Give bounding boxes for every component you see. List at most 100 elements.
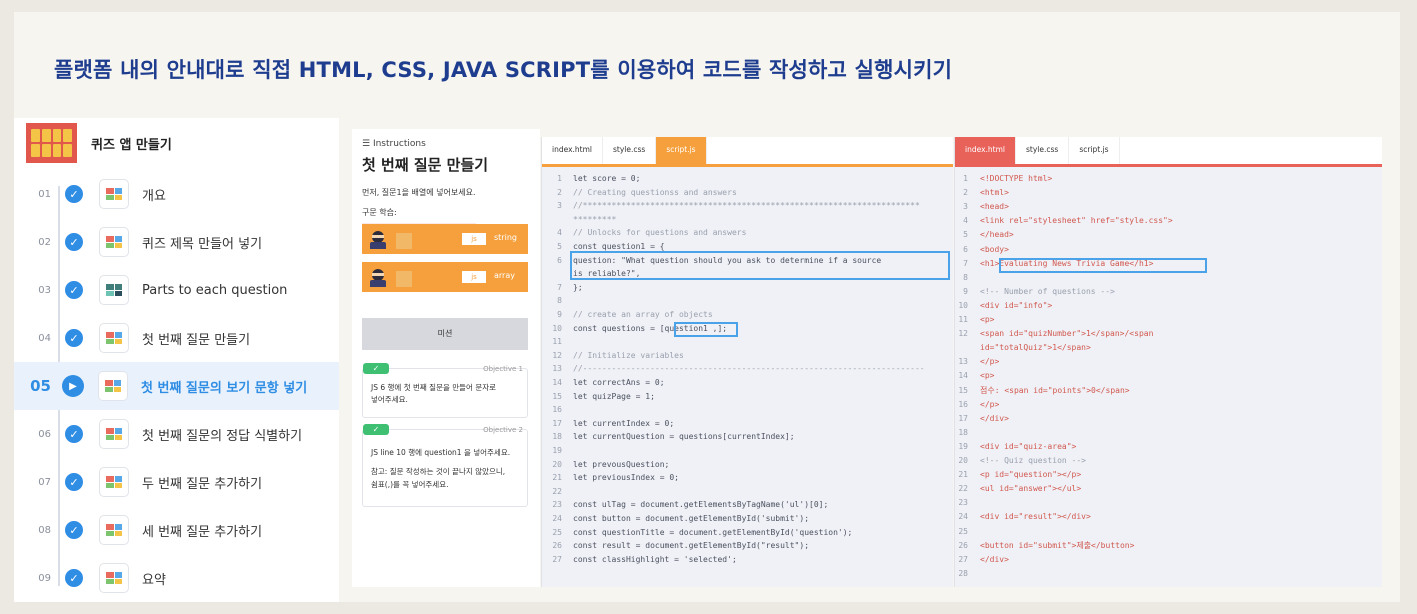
concept-box-icon (396, 271, 412, 287)
course-step-07[interactable]: 07 ✓ 두 번째 질문 추가하기 (14, 458, 339, 506)
code-text: </div> (980, 413, 1009, 423)
check-icon: ✓ (65, 233, 83, 251)
line-number: 6 (557, 255, 562, 265)
objective-label: Objective 2 (483, 426, 523, 434)
highlight-question-string (570, 251, 950, 280)
code-text: 점수: <span id="points">0</span> (980, 385, 1130, 395)
concept-kind-label: array (494, 271, 515, 280)
check-icon: ✓ (65, 473, 83, 491)
line-number: 27 (958, 554, 968, 564)
code-text: let currentQuestion = questions[currentI… (573, 432, 795, 442)
course-step-08[interactable]: 08 ✓ 세 번째 질문 추가하기 (14, 506, 339, 554)
concept-box-icon (396, 233, 412, 249)
code-text: }; (573, 282, 583, 292)
line-number: 2 (557, 187, 562, 197)
js-code-editor[interactable]: index.html style.css script.js 1 let scor… (541, 137, 953, 587)
concept-lang-badge: js (462, 233, 486, 245)
concept-lang-badge: js (462, 271, 486, 283)
line-number: 12 (552, 350, 562, 360)
course-step-01[interactable]: 01 ✓ 개요 (14, 170, 339, 218)
course-sidebar: 퀴즈 앱 만들기 01 ✓ 개요 02 ✓ 퀴즈 제목 만들어 넣기 03 ✓ Parts to… (14, 118, 339, 602)
step-number: 05 (30, 377, 51, 395)
lesson-thumbnail-icon (99, 179, 129, 209)
line-number: 21 (958, 470, 968, 480)
tab-script-js[interactable]: script.js (1069, 137, 1120, 164)
code-text: <p> (980, 315, 995, 324)
instructions-tag: ☰ Instructions (362, 139, 426, 149)
line-number: 23 (958, 498, 968, 508)
line-number: 25 (552, 527, 562, 537)
line-number: 28 (958, 568, 968, 578)
concept-card-array[interactable]: js array (362, 262, 528, 292)
step-number: 04 (38, 332, 51, 344)
objective-text: 참고: 질문 작성하는 것이 끝나지 않았으니, (371, 467, 506, 476)
step-number: 03 (38, 284, 51, 296)
course-step-05[interactable]: 05 ▶ 첫 번째 질문의 보기 문항 넣기 (14, 362, 339, 410)
line-number: 27 (552, 554, 562, 564)
line-number: 22 (552, 486, 562, 496)
step-label: Parts to each question (142, 282, 288, 298)
code-text: <body> (980, 244, 1009, 254)
code-text: <div id="quiz-area"> (980, 441, 1077, 451)
code-text: <!-- Number of questions --> (980, 286, 1115, 296)
check-icon: ✓ (65, 521, 83, 539)
line-number: 25 (958, 526, 968, 536)
check-icon: ✓ (65, 425, 83, 443)
code-text: <button id="submit">제출</button> (980, 540, 1135, 550)
check-icon: ✓ (65, 329, 83, 347)
code-text: let correctAns = 0; (573, 378, 665, 387)
menu-icon: ☰ (362, 139, 373, 149)
line-number: 16 (552, 405, 562, 415)
learn-label: 구문 학습: (362, 208, 397, 217)
course-step-02[interactable]: 02 ✓ 퀴즈 제목 만들어 넣기 (14, 218, 339, 266)
tab-script-js[interactable]: script.js (656, 137, 707, 164)
line-number: 4 (963, 216, 968, 226)
line-number: 26 (958, 540, 968, 550)
mission-button[interactable]: 미션 (362, 318, 528, 350)
course-title: 퀴즈 앱 만들기 (91, 137, 172, 153)
code-text: const button = document.getElementById('… (573, 514, 810, 523)
step-number: 06 (38, 428, 51, 440)
code-text: ********* (573, 214, 617, 224)
tab-index-html[interactable]: index.html (955, 137, 1016, 164)
code-text: <!DOCTYPE html> (980, 174, 1053, 183)
highlight-array-entry (674, 322, 738, 337)
check-icon: ✓ (65, 569, 83, 587)
instructions-panel: ☰ Instructions 첫 번째 질문 만들기 먼저, 질문1을 ques… (352, 129, 540, 587)
step-label: 요약 (142, 572, 166, 588)
step-number: 09 (38, 572, 51, 584)
course-step-04[interactable]: 04 ✓ 첫 번째 질문 만들기 (14, 314, 339, 362)
line-number: 7 (557, 282, 562, 292)
line-number: 15 (552, 391, 562, 401)
course-step-09[interactable]: 09 ✓ 요약 (14, 554, 339, 602)
tab-index-html[interactable]: index.html (542, 137, 603, 164)
line-number: 23 (552, 500, 562, 510)
tab-style-css[interactable]: style.css (603, 137, 657, 164)
course-step-06[interactable]: 06 ✓ 첫 번째 질문의 정답 식별하기 (14, 410, 339, 458)
line-number: 2 (963, 188, 968, 198)
code-text: <ul id="answer"></ul> (980, 484, 1082, 494)
objective-label: Objective 1 (483, 365, 523, 373)
step-number: 07 (38, 476, 51, 488)
line-number: 1 (557, 174, 562, 183)
lesson-thumbnail-icon (99, 467, 129, 497)
line-number: 7 (963, 258, 968, 268)
lesson-thumbnail-icon (99, 323, 129, 353)
html-code-editor[interactable]: index.html style.css script.js 1 <!DOCTYP… (954, 137, 1382, 587)
check-icon: ✓ (363, 363, 389, 374)
line-number: 3 (557, 201, 562, 211)
code-text: <link rel="stylesheet" href="style.css"> (980, 216, 1173, 226)
line-number: 8 (557, 296, 562, 306)
line-number: 17 (958, 413, 968, 423)
line-number: 20 (958, 456, 968, 465)
instructions-title: 첫 번째 질문 만들기 (362, 156, 489, 174)
line-number: 10 (552, 323, 562, 333)
course-step-03[interactable]: 03 ✓ Parts to each question (14, 266, 339, 314)
tab-style-css[interactable]: style.css (1016, 137, 1070, 164)
objective-text: 넣어주세요. (371, 395, 408, 404)
lesson-thumbnail-icon (99, 227, 129, 257)
lesson-thumbnail-icon (99, 419, 129, 449)
line-number: 1 (963, 174, 968, 183)
code-text: // Initialize variables (573, 350, 684, 360)
concept-card-string[interactable]: js string (362, 224, 528, 254)
